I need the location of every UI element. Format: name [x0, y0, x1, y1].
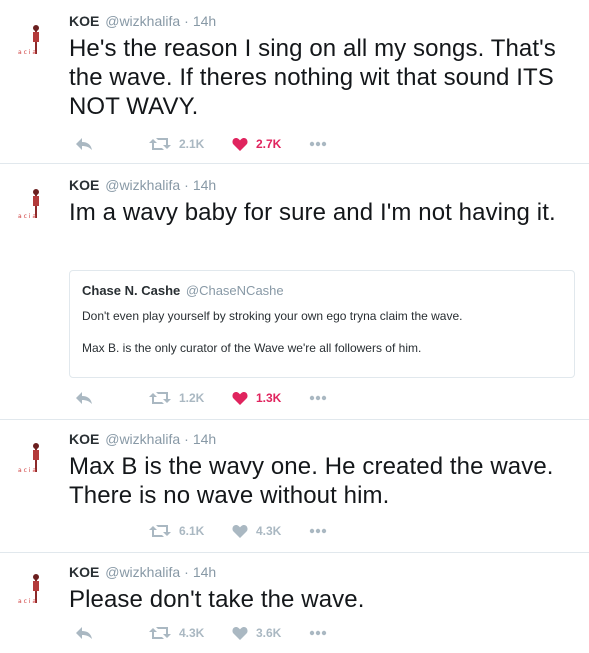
avatar[interactable]: a c i a: [12, 18, 60, 66]
retweet-count: 6.1K: [179, 524, 205, 538]
retweet-count: 2.1K: [179, 137, 205, 151]
avatar-image: a c i a: [18, 189, 39, 220]
tweet-header: KOE @wizkhalifa · 14h: [69, 176, 577, 194]
author-handle[interactable]: @wizkhalifa: [105, 177, 180, 193]
heart-icon: [232, 525, 248, 538]
quoted-tweet[interactable]: Chase N. Cashe @ChaseNCashe Don't even p…: [69, 270, 575, 378]
reply-icon: [76, 138, 92, 150]
like-count: 4.3K: [256, 524, 282, 538]
reply-button[interactable]: [75, 134, 93, 154]
quoted-text-line: Don't even play yourself by stroking you…: [82, 309, 463, 323]
more-button[interactable]: [309, 623, 327, 643]
timestamp[interactable]: 14h: [193, 13, 216, 29]
like-button[interactable]: 4.3K: [232, 521, 281, 541]
tweet[interactable]: a c i a KOE @wizkhalifa · 14h Please don't…: [0, 553, 589, 653]
separator-dot: ·: [184, 177, 189, 193]
tweet-text: He's the reason I sing on all my songs. …: [69, 35, 556, 120]
tweet-header: KOE @wizkhalifa · 14h: [69, 430, 577, 448]
retweet-icon: [149, 627, 171, 639]
author-name[interactable]: KOE: [69, 177, 99, 193]
quoted-author-name: Chase N. Cashe: [82, 283, 181, 298]
more-icon: [309, 141, 327, 147]
retweet-button[interactable]: 6.1K: [149, 521, 204, 541]
like-button[interactable]: 2.7K: [232, 134, 281, 154]
like-button[interactable]: 1.3K: [232, 388, 281, 408]
tweet[interactable]: a c i a KOE @wizkhalifa · 14h Im a wavy ba…: [0, 164, 589, 420]
heart-icon: [232, 138, 248, 151]
more-icon: [309, 630, 327, 636]
author-name[interactable]: KOE: [69, 431, 99, 447]
tweet-header: KOE @wizkhalifa · 14h: [69, 563, 577, 581]
timestamp[interactable]: 14h: [193, 431, 216, 447]
like-button[interactable]: 3.6K: [232, 623, 281, 643]
author-name[interactable]: KOE: [69, 564, 99, 580]
separator-dot: ·: [184, 431, 189, 447]
retweet-icon: [149, 138, 171, 150]
svg-text:a c i a: a c i a: [18, 467, 36, 474]
tweet-header: KOE @wizkhalifa · 14h: [69, 12, 577, 30]
separator-dot: ·: [184, 13, 189, 29]
author-name[interactable]: KOE: [69, 13, 99, 29]
more-button[interactable]: [309, 521, 327, 541]
retweet-icon: [149, 392, 171, 404]
tweet[interactable]: a c i a KOE @wizkhalifa · 14h Max B is the…: [0, 420, 589, 553]
quoted-text-line: Max B. is the only curator of the Wave w…: [82, 341, 422, 355]
like-count: 3.6K: [256, 626, 282, 640]
avatar[interactable]: a c i a: [12, 182, 60, 230]
quoted-tweet-header: Chase N. Cashe @ChaseNCashe: [82, 283, 562, 299]
reply-icon: [76, 627, 92, 639]
avatar-image: a c i a: [18, 443, 39, 474]
author-handle[interactable]: @wizkhalifa: [105, 431, 180, 447]
quoted-author-handle: @ChaseNCashe: [185, 283, 284, 298]
avatar-image: a c i a: [18, 574, 39, 605]
retweet-button[interactable]: 2.1K: [149, 134, 204, 154]
tweet-text: Max B is the wavy one. He created the wa…: [69, 453, 554, 509]
retweet-count: 1.2K: [179, 391, 205, 405]
more-icon: [309, 395, 327, 401]
author-handle[interactable]: @wizkhalifa: [105, 564, 180, 580]
reply-button[interactable]: [75, 388, 93, 408]
svg-text:a c i a: a c i a: [18, 598, 36, 605]
tweet[interactable]: a c i a KOE @wizkhalifa · 14h He's the rea…: [0, 0, 589, 164]
author-handle[interactable]: @wizkhalifa: [105, 13, 180, 29]
svg-text:a c i a: a c i a: [18, 213, 36, 220]
more-button[interactable]: [309, 134, 327, 154]
like-count: 1.3K: [256, 391, 282, 405]
heart-icon: [232, 392, 248, 405]
avatar[interactable]: a c i a: [12, 567, 60, 615]
heart-icon: [232, 627, 248, 640]
avatar[interactable]: a c i a: [12, 436, 60, 484]
tweet-text: Please don't take the wave.: [69, 586, 365, 613]
svg-text:a c i a: a c i a: [18, 49, 36, 56]
reply-button[interactable]: [75, 623, 93, 643]
retweet-icon: [149, 525, 171, 537]
retweet-button[interactable]: 1.2K: [149, 388, 204, 408]
like-count: 2.7K: [256, 137, 282, 151]
separator-dot: ·: [184, 564, 189, 580]
more-icon: [309, 528, 327, 534]
avatar-image: a c i a: [18, 25, 39, 56]
retweet-button[interactable]: 4.3K: [149, 623, 204, 643]
tweet-text: Im a wavy baby for sure and I'm not havi…: [69, 199, 556, 226]
more-button[interactable]: [309, 388, 327, 408]
reply-icon: [76, 392, 92, 404]
retweet-count: 4.3K: [179, 626, 205, 640]
quoted-tweet-text: Don't even play yourself by stroking you…: [82, 308, 562, 356]
timestamp[interactable]: 14h: [193, 564, 216, 580]
timestamp[interactable]: 14h: [193, 177, 216, 193]
